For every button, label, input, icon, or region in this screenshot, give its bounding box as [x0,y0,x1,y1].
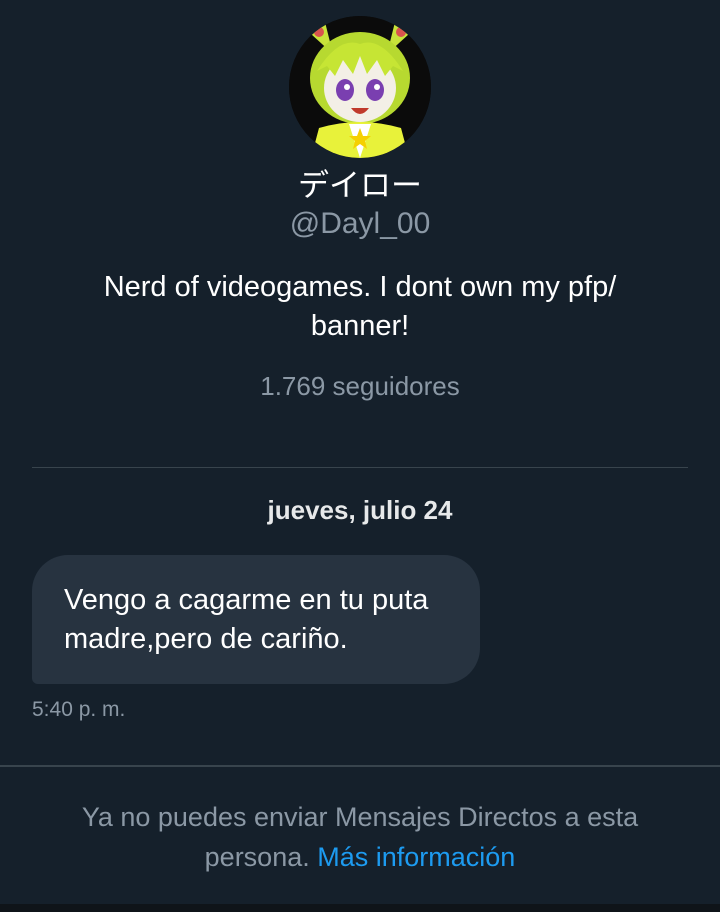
profile-display-name: デイロー [298,168,422,204]
profile-bio: Nerd of videogames. I dont own my pfp/ b… [103,271,617,342]
message-bubble[interactable]: Vengo a cagarme en tu puta madre,pero de… [32,555,480,684]
message-timestamp: 5:40 p. m. [32,698,126,721]
followers-count[interactable]: 1.769 seguidores [0,368,720,404]
avatar[interactable] [289,16,431,158]
profile-handle: @Dayl_00 [289,207,431,240]
bottom-edge [0,904,720,912]
more-info-link[interactable]: Más información [317,842,515,872]
profile-divider [32,467,688,468]
composer-divider [0,765,720,767]
dm-disabled-notice: Ya no puedes enviar Mensajes Directos a … [40,797,680,877]
date-separator: jueves, julio 24 [267,495,453,525]
anime-character-avatar-icon [289,16,431,158]
message-text: Vengo a cagarme en tu puta madre,pero de… [64,584,429,655]
